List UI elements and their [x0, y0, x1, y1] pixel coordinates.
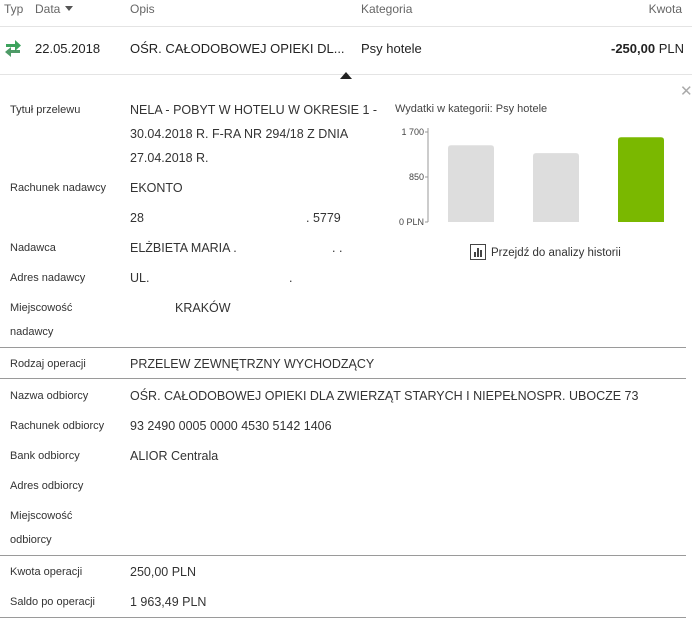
- divider: [0, 347, 686, 348]
- transaction-date: 22.05.2018: [35, 41, 101, 56]
- value-rachunek-nadawcy-start: 28: [130, 211, 144, 225]
- transaction-currency: PLN: [658, 41, 684, 56]
- close-icon[interactable]: ✕: [680, 84, 692, 99]
- value-nadawca-trail: . .: [332, 241, 343, 255]
- col-header-opis: Opis: [130, 2, 155, 16]
- chart-bar: [448, 145, 494, 222]
- y-tick-label: 0 PLN: [399, 217, 424, 227]
- value-miejscowosc-nadawcy: KRAKÓW: [175, 301, 231, 315]
- label-miejscowosc-nadawcy-1: Miejscowość: [10, 302, 73, 314]
- divider: [0, 617, 686, 618]
- value-tytul-line-3: 27.04.2018 R.: [130, 151, 209, 165]
- chart-title: Wydatki w kategorii: Psy hotele: [395, 103, 548, 115]
- value-nadawca: ELŻBIETA MARIA .: [130, 241, 237, 255]
- transaction-row[interactable]: 22.05.2018 OŚR. CAŁODOBOWEJ OPIEKI DL...…: [0, 27, 692, 75]
- transaction-amount-value: -250,00: [610, 41, 656, 56]
- sort-desc-icon: [65, 6, 74, 11]
- value-rachunek-nadawcy-end: . 5779: [306, 211, 341, 225]
- y-tick-label: 850: [409, 172, 424, 182]
- label-tytul: Tytuł przelewu: [10, 104, 81, 116]
- transaction-category: Psy hotele: [361, 41, 422, 56]
- value-rodzaj-operacji: PRZELEW ZEWNĘTRZNY WYCHODZĄCY: [130, 357, 375, 371]
- category-spending-chart: 0 PLN 850 1 700: [399, 127, 664, 227]
- value-saldo: 1 963,49 PLN: [130, 595, 207, 609]
- col-header-typ: Typ: [4, 2, 24, 16]
- label-miejscowosc-odbiorcy-1: Miejscowość: [10, 510, 73, 522]
- col-header-kategoria: Kategoria: [361, 2, 413, 16]
- chart-bar: [618, 137, 664, 222]
- value-adres-nadawcy: UL.: [130, 271, 150, 285]
- history-analysis-label: Przejdź do analizy historii: [491, 247, 621, 259]
- value-nazwa-odbiorcy: OŚR. CAŁODOBOWEJ OPIEKI DLA ZWIERZĄT STA…: [130, 389, 639, 403]
- value-kwota-operacji: 250,00 PLN: [130, 565, 197, 579]
- label-adres-odbiorcy: Adres odbiorcy: [10, 480, 84, 492]
- label-rachunek-odbiorcy: Rachunek odbiorcy: [10, 420, 105, 432]
- y-tick-label: 1 700: [401, 127, 424, 137]
- table-header: Typ Data Opis Kategoria Kwota: [0, 0, 692, 27]
- label-kwota-operacji: Kwota operacji: [10, 566, 83, 578]
- value-rachunek-nadawcy-name: EKONTO: [130, 181, 183, 195]
- value-adres-nadawcy-trail: .: [289, 271, 293, 285]
- label-miejscowosc-odbiorcy-2: odbiorcy: [10, 534, 52, 546]
- label-rachunek-nadawcy: Rachunek nadawcy: [10, 182, 107, 194]
- value-tytul-line-2: 30.04.2018 R. F-RA NR 294/18 Z DNIA: [130, 127, 349, 141]
- label-rodzaj-operacji: Rodzaj operacji: [10, 358, 86, 370]
- transfer-arrows-icon: [5, 40, 21, 57]
- label-nadawca: Nadawca: [10, 242, 56, 254]
- value-rachunek-odbiorcy: 93 2490 0005 0000 4530 5142 1406: [130, 419, 332, 433]
- label-miejscowosc-nadawcy-2: nadawcy: [10, 326, 54, 338]
- label-bank-odbiorcy: Bank odbiorcy: [10, 450, 80, 462]
- bar-chart-icon: [470, 244, 486, 263]
- transaction-description: OŚR. CAŁODOBOWEJ OPIEKI DL...: [130, 41, 345, 56]
- label-saldo: Saldo po operacji: [10, 596, 96, 608]
- value-tytul-line-1: NELA - POBYT W HOTELU W OKRESIE 1 -: [130, 103, 378, 117]
- history-analysis-link[interactable]: Przejdź do analizy historii: [470, 244, 621, 263]
- label-nazwa-odbiorcy: Nazwa odbiorcy: [10, 390, 89, 402]
- divider: [0, 378, 686, 379]
- col-header-data[interactable]: Data: [35, 2, 74, 16]
- divider: [0, 555, 686, 556]
- transaction-amount: -250,00 PLN: [611, 41, 684, 56]
- value-bank-odbiorcy: ALIOR Centrala: [130, 449, 219, 463]
- col-header-kwota: Kwota: [648, 2, 682, 16]
- label-adres-nadawcy: Adres nadawcy: [10, 272, 86, 284]
- chart-bar: [533, 153, 579, 222]
- detail-pointer: [340, 72, 352, 79]
- col-header-data-label: Data: [35, 2, 61, 16]
